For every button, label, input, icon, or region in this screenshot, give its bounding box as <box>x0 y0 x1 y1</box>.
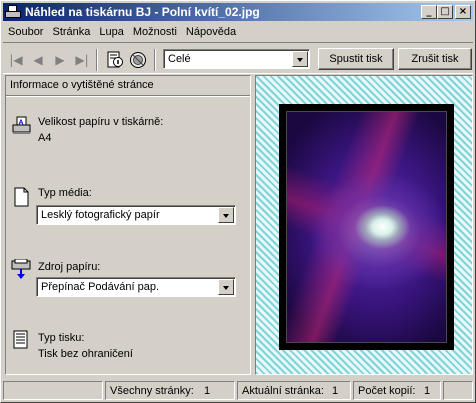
copies-label: Počet kopií: <box>358 385 416 397</box>
media-type-icon <box>12 187 30 210</box>
preview-page <box>279 104 454 350</box>
printer-app-icon <box>5 4 21 20</box>
menu-bar: Soubor Stránka Lupa Možnosti Nápověda <box>3 23 240 41</box>
media-type-value: Lesklý fotografický papír <box>41 209 160 221</box>
cancel-button[interactable]: Zrušit tisk <box>398 48 472 70</box>
menu-page[interactable]: Stránka <box>47 26 94 38</box>
media-type-label: Typ média: <box>38 187 92 199</box>
copies-value: 1 <box>424 385 431 397</box>
all-pages-value: 1 <box>204 385 211 397</box>
preview-photo <box>286 111 447 343</box>
current-page-cell: Aktuální stránka: 1 <box>237 381 351 400</box>
all-pages-label: Všechny stránky: <box>110 385 194 397</box>
toolbar-separator <box>96 49 98 71</box>
chevron-down-icon[interactable] <box>218 207 234 223</box>
paper-size-value: A4 <box>38 132 52 144</box>
print-preview-window: Náhled na tiskárnu BJ - Polní kvítí_02.j… <box>0 0 476 403</box>
print-type-icon <box>12 330 30 353</box>
page-info-icon[interactable] <box>104 50 126 70</box>
print-button[interactable]: Spustit tisk <box>318 48 394 70</box>
maximize-button[interactable]: □ <box>437 5 453 19</box>
menu-zoom[interactable]: Lupa <box>94 26 127 38</box>
chevron-down-icon[interactable] <box>292 51 308 67</box>
toolbar-separator <box>154 49 156 71</box>
print-type-label: Typ tisku: <box>38 332 85 344</box>
paper-source-value: Přepínač Podávání pap. <box>41 281 160 293</box>
copies-cell: Počet kopií: 1 <box>353 381 441 400</box>
paper-source-label: Zdroj papíru: <box>38 261 101 273</box>
window-title: Náhled na tiskárnu BJ - Polní kvítí_02.j… <box>25 5 260 19</box>
media-type-select[interactable]: Lesklý fotografický papír <box>36 205 236 225</box>
printer-paper-icon: A <box>12 116 32 139</box>
menu-help[interactable]: Nápověda <box>181 26 240 38</box>
last-page-icon[interactable]: ▶| <box>71 50 93 70</box>
menu-options[interactable]: Možnosti <box>128 26 181 38</box>
color-settings-icon[interactable] <box>127 50 149 70</box>
page-range-select[interactable]: Celé <box>163 49 310 69</box>
status-grip-cell <box>443 381 473 400</box>
current-page-label: Aktuální stránka: <box>242 385 324 397</box>
paper-source-select[interactable]: Přepínač Podávání pap. <box>36 277 236 297</box>
paper-source-icon <box>11 258 33 284</box>
paper-size-label: Velikost papíru v tiskárně: <box>38 116 164 128</box>
status-bar: Všechny stránky: 1 Aktuální stránka: 1 P… <box>3 381 473 400</box>
all-pages-cell: Všechny stránky: 1 <box>105 381 235 400</box>
preview-area[interactable] <box>255 75 473 375</box>
previous-page-icon[interactable]: ◀ <box>27 50 49 70</box>
page-info-panel: Informace o vytištěné stránce A Velikost… <box>5 75 251 375</box>
toolbar: |◀ ◀ ▶ ▶| Celé Spustit tisk Zrušit tisk <box>3 42 473 74</box>
panel-header: Informace o vytištěné stránce <box>6 76 250 96</box>
page-range-value: Celé <box>168 53 191 65</box>
minimize-button[interactable]: _ <box>421 5 437 19</box>
current-page-value: 1 <box>332 385 339 397</box>
title-bar[interactable]: Náhled na tiskárnu BJ - Polní kvítí_02.j… <box>3 3 473 21</box>
menu-file[interactable]: Soubor <box>3 26 47 38</box>
first-page-icon[interactable]: |◀ <box>5 50 27 70</box>
chevron-down-icon[interactable] <box>218 279 234 295</box>
close-button[interactable]: × <box>455 5 471 19</box>
status-empty-cell <box>3 381 103 400</box>
print-type-value: Tisk bez ohraničení <box>38 348 133 360</box>
next-page-icon[interactable]: ▶ <box>49 50 71 70</box>
